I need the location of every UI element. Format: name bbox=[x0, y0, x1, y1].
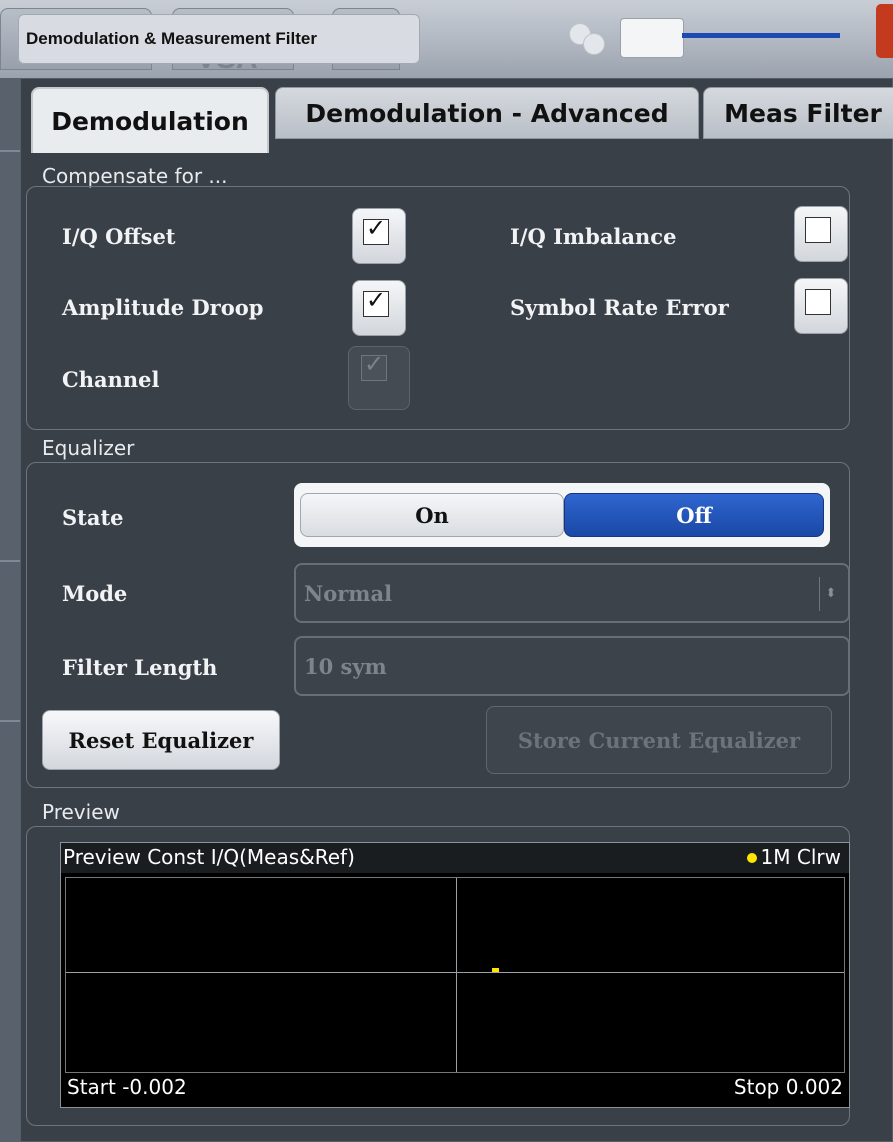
iq-offset-label: I/Q Offset bbox=[62, 224, 176, 249]
state-toggle: On Off bbox=[294, 483, 830, 547]
checkbox-box bbox=[805, 217, 831, 243]
filter-length-value: 10 sym bbox=[304, 653, 387, 679]
spin-arrows-icon: ⬍ bbox=[819, 577, 842, 611]
channel-label: Channel bbox=[62, 367, 160, 392]
tab-demodulation[interactable]: Demodulation bbox=[31, 87, 269, 153]
mode-label: Mode bbox=[62, 581, 128, 606]
checkmark-icon: ✓ bbox=[366, 286, 387, 314]
window-title: Demodulation & Measurement Filter bbox=[18, 14, 420, 64]
state-on-button[interactable]: On bbox=[300, 493, 564, 537]
amplitude-droop-label: Amplitude Droop bbox=[62, 295, 264, 320]
state-off-button[interactable]: Off bbox=[564, 493, 824, 537]
store-current-equalizer-button: Store Current Equalizer bbox=[486, 706, 832, 774]
checkbox-box bbox=[805, 289, 831, 315]
divider bbox=[0, 720, 20, 722]
preview-diagram-title: Preview Const I/Q(Meas&Ref) bbox=[63, 845, 355, 869]
checkbox-box: ✓ bbox=[361, 350, 387, 381]
start-label: Start -0.002 bbox=[67, 1075, 187, 1099]
symbol-rate-error-checkbox[interactable] bbox=[794, 278, 848, 334]
preview-section-title: Preview bbox=[42, 800, 120, 824]
reset-equalizer-button[interactable]: Reset Equalizer bbox=[42, 710, 280, 770]
tab-meas-filter[interactable]: Meas Filter bbox=[703, 87, 893, 139]
pin-icon[interactable] bbox=[584, 34, 604, 54]
checkbox-box: ✓ bbox=[363, 286, 389, 317]
trace-dot-icon bbox=[746, 853, 757, 863]
trace-indicator: 1M Clrw bbox=[746, 845, 841, 869]
compensate-section-title: Compensate for ... bbox=[42, 164, 228, 188]
transparency-slider-track[interactable] bbox=[682, 33, 840, 38]
constellation-point bbox=[492, 968, 499, 972]
divider bbox=[0, 560, 20, 562]
mode-value: Normal bbox=[304, 580, 393, 606]
channel-checkbox: ✓ bbox=[348, 346, 410, 410]
equalizer-section-title: Equalizer bbox=[42, 436, 135, 460]
stop-label: Stop 0.002 bbox=[733, 1075, 843, 1099]
close-button[interactable] bbox=[876, 4, 893, 58]
mode-select[interactable]: Normal ⬍ bbox=[294, 563, 850, 623]
checkbox-box: ✓ bbox=[363, 214, 389, 245]
constellation-plot-area bbox=[65, 877, 845, 1073]
filter-length-input[interactable]: 10 sym bbox=[294, 636, 850, 696]
amplitude-droop-checkbox[interactable]: ✓ bbox=[352, 280, 406, 336]
preview-diagram: Preview Const I/Q(Meas&Ref) 1M Clrw Star… bbox=[60, 842, 850, 1108]
iq-imbalance-checkbox[interactable] bbox=[794, 206, 848, 262]
trace-label: 1M Clrw bbox=[760, 845, 841, 869]
transparency-slider-handle[interactable] bbox=[620, 18, 684, 58]
tab-demodulation-advanced[interactable]: Demodulation - Advanced bbox=[275, 87, 699, 139]
preview-diagram-header: Preview Const I/Q(Meas&Ref) 1M Clrw bbox=[61, 843, 849, 873]
iq-imbalance-label: I/Q Imbalance bbox=[510, 224, 677, 249]
iq-offset-checkbox[interactable]: ✓ bbox=[352, 208, 406, 264]
divider bbox=[0, 150, 20, 152]
symbol-rate-error-label: Symbol Rate Error bbox=[510, 295, 729, 320]
i-axis-line bbox=[66, 972, 844, 973]
checkmark-icon: ✓ bbox=[364, 350, 385, 378]
q-axis-line bbox=[456, 878, 457, 1072]
title-bar: VSA Demodulation & Measurement Filter bbox=[0, 0, 893, 78]
state-label: State bbox=[62, 505, 124, 530]
left-edge-strip bbox=[0, 78, 20, 1142]
checkmark-icon: ✓ bbox=[366, 214, 387, 242]
filter-length-label: Filter Length bbox=[62, 655, 218, 680]
